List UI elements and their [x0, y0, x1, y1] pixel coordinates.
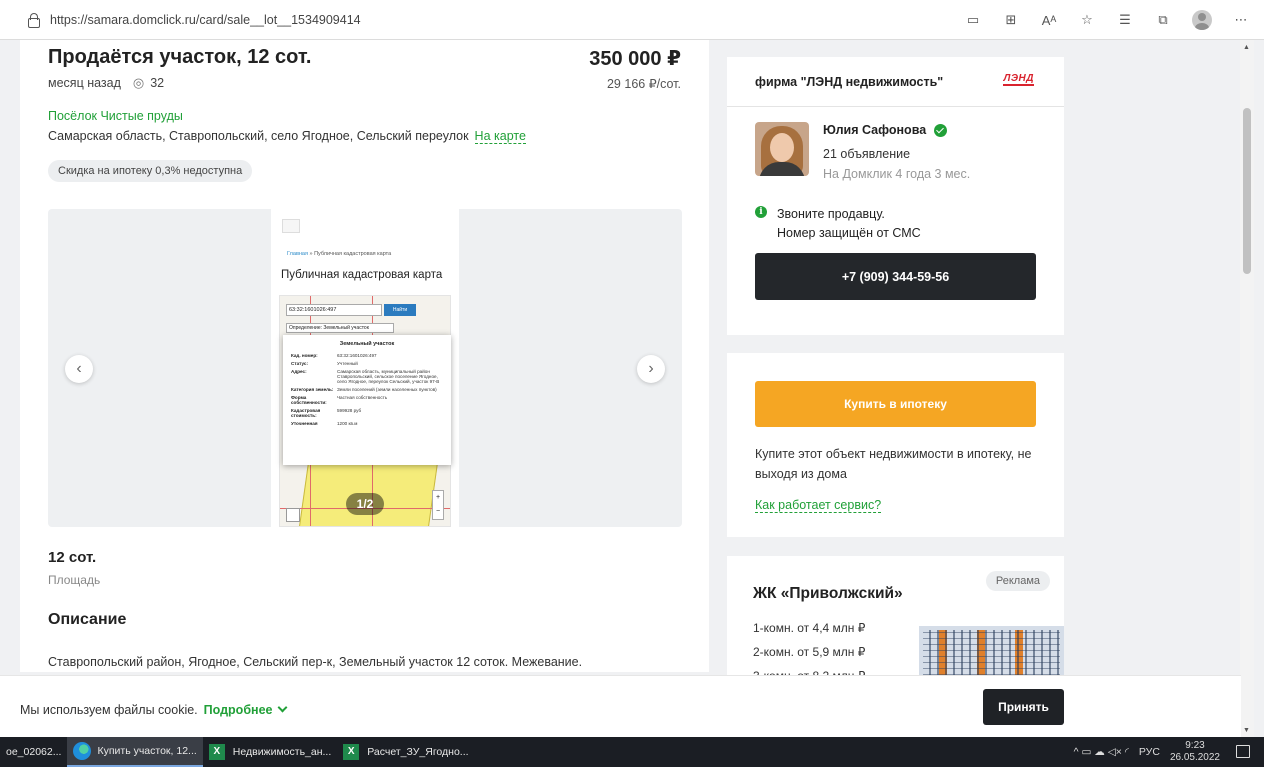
ad-title[interactable]: ЖК «Приволжский» — [753, 585, 903, 603]
mortgage-card: Купить в ипотеку Купите этот объект недв… — [727, 353, 1064, 537]
popup-row: Кадастровая стоимость: 599928 руб — [291, 408, 362, 418]
chevron-right-icon: › — [648, 360, 654, 377]
ad-badge: Реклама — [985, 571, 1050, 591]
cookie-text: Мы используем файлы cookie. Подробнее — [20, 702, 287, 717]
chevron-down-icon[interactable] — [277, 702, 287, 713]
scroll-up-icon[interactable]: ▲ — [1243, 44, 1250, 51]
gallery-prev-button[interactable]: ‹ — [65, 355, 93, 383]
taskbar: ое_02062... Купить участок, 12... X Недв… — [0, 737, 1264, 767]
photo-zoom-control: + − — [432, 490, 444, 520]
agent-listings-count[interactable]: 21 объявление — [823, 147, 910, 161]
system-tray: ^ ▭ ☁ ◁× ◜ РУС 9:23 26.05.2022 — [1074, 737, 1220, 767]
url-field[interactable]: https://samara.domclick.ru/card/sale__lo… — [50, 13, 361, 27]
agency-logo[interactable]: ЛЭНД — [1003, 74, 1034, 86]
agent-avatar[interactable] — [755, 122, 809, 176]
gallery-next-button[interactable]: › — [637, 355, 665, 383]
description-text: Ставропольский район, Ягодное, Сельский … — [48, 655, 583, 669]
photo-gallery[interactable]: Главная » Публичная кадастровая карта Пу… — [48, 209, 682, 527]
listing-price: 350 000 ₽ — [589, 48, 681, 70]
mortgage-text: Купите этот объект недвижимости в ипотек… — [755, 447, 1032, 481]
seller-card: фирма "ЛЭНД недвижимость" ЛЭНД Юлия Сафо… — [727, 57, 1064, 335]
favorite-star-icon[interactable]: ☆ — [1078, 12, 1096, 28]
scroll-down-icon[interactable]: ▼ — [1243, 727, 1250, 734]
read-aloud-icon[interactable]: Aᴬ — [1040, 13, 1058, 28]
qr-code-icon[interactable]: ⊞ — [1002, 12, 1020, 28]
views-count: 32 — [150, 76, 165, 90]
agency-name[interactable]: фирма "ЛЭНД недвижимость" — [755, 75, 943, 89]
edge-icon — [73, 742, 92, 760]
scrollbar-thumb[interactable] — [1243, 108, 1251, 274]
taskbar-item[interactable]: ое_02062... — [0, 737, 67, 767]
tray-icons[interactable]: ^ ▭ ☁ ◁× ◜ — [1074, 746, 1129, 758]
chevron-left-icon: ‹ — [76, 360, 82, 377]
popup-row: Адрес: Самарская область, муниципальный р… — [291, 369, 440, 384]
parcel-popup: Земельный участок Кад. номер: 63:32:16010… — [283, 335, 451, 465]
more-menu-icon[interactable]: ⋯ — [1232, 12, 1250, 28]
price-per-sotka: 29 166 ₽/сот. — [606, 77, 681, 91]
agent-name[interactable]: Юлия Сафонова — [823, 123, 948, 137]
verified-check-icon — [934, 123, 948, 137]
area-label: Площадь — [48, 573, 101, 587]
taskbar-item-excel-2[interactable]: X Расчет_ЗУ_Ягодно... — [337, 737, 474, 767]
listing-title: Продаётся участок, 12 сот. — [48, 46, 312, 68]
taskbar-item-excel-1[interactable]: X Недвижимость_ан... — [203, 737, 337, 767]
layers-icon — [286, 508, 300, 522]
popup-row: Форма собственности: Частная собственност… — [291, 395, 388, 405]
favorites-list-icon[interactable]: ☰ — [1116, 12, 1134, 28]
lock-icon[interactable] — [26, 12, 40, 28]
address-text: Самарская область, Ставропольский, село … — [48, 129, 469, 143]
area-value: 12 сот. — [48, 549, 97, 566]
popup-row: Уточненная 1200 кв.м — [291, 421, 358, 426]
photo-breadcrumb: Главная » Публичная кадастровая карта — [287, 251, 392, 257]
cookie-accept-button[interactable]: Принять — [983, 689, 1064, 725]
popup-row: Кад. номер: 63:32:1601026:497 — [291, 353, 377, 358]
mortgage-discount-chip: Скидка на ипотеку 0,3% недоступна — [48, 160, 253, 182]
taskbar-item-browser[interactable]: Купить участок, 12... — [67, 737, 203, 767]
phone-button[interactable]: +7 (909) 344-59-56 — [755, 253, 1036, 300]
language-indicator[interactable]: РУС — [1139, 746, 1160, 758]
clock[interactable]: 9:23 26.05.2022 — [1170, 740, 1220, 764]
agent-since: На Домклик 4 года 3 мес. — [823, 167, 971, 181]
on-map-link[interactable]: На карте — [474, 129, 526, 144]
page-scrollbar[interactable]: ▲ ▼ — [1240, 40, 1254, 737]
listing-meta: месяц назад ◎ 32 — [48, 75, 164, 91]
gallery-photo[interactable]: Главная » Публичная кадастровая карта Пу… — [271, 209, 459, 527]
collections-icon[interactable]: ⧉ — [1154, 12, 1172, 28]
how-it-works-link[interactable]: Как работает сервис? — [755, 498, 882, 513]
ad-offer-1: 1-комн. от 4,4 млн ₽ — [753, 621, 866, 635]
hamburger-icon — [282, 219, 300, 233]
call-note: Звоните продавцу. Номер защищён от СМС — [777, 207, 921, 240]
photo-search-button: Найти — [384, 304, 416, 316]
ad-offer-2: 2-комн. от 5,9 млн ₽ — [753, 645, 866, 659]
cookie-more-link[interactable]: Подробнее — [204, 703, 273, 717]
profile-avatar-icon[interactable] — [1192, 10, 1212, 30]
buy-mortgage-button[interactable]: Купить в ипотеку — [755, 381, 1036, 427]
listing-panel: Продаётся участок, 12 сот. 350 000 ₽ мес… — [20, 40, 709, 672]
posted-date: месяц назад — [48, 76, 121, 90]
popup-row: Статус: Учтенный — [291, 361, 358, 366]
eye-icon: ◎ — [132, 75, 145, 90]
ad-card[interactable]: Реклама ЖК «Приволжский» 1-комн. от 4,4 … — [727, 556, 1064, 680]
photo-definition-select: Определение: Земельный участок — [286, 323, 394, 333]
browser-address-bar: https://samara.domclick.ru/card/sale__lo… — [0, 0, 1264, 40]
agency-header: фирма "ЛЭНД недвижимость" ЛЭНД — [727, 57, 1064, 107]
excel-icon: X — [208, 744, 225, 760]
photo-heading: Публичная кадастровая карта — [281, 269, 443, 281]
cookie-banner: Мы используем файлы cookie. Подробнее При… — [0, 675, 1241, 737]
browser-toolbar: ▭ ⊞ Aᴬ ☆ ☰ ⧉ ⋯ — [964, 0, 1250, 40]
info-icon: i — [755, 206, 767, 218]
gallery-counter: 1/2 — [346, 493, 384, 515]
popup-row: Категория земель: Земли поселений (земли … — [291, 387, 437, 392]
village-link[interactable]: Посёлок Чистые пруды — [48, 109, 183, 123]
photo-search-input: 63:32:1601026:497 — [286, 304, 382, 316]
description-heading: Описание — [48, 611, 127, 628]
reading-view-icon[interactable]: ▭ — [964, 12, 982, 28]
ad-building-image[interactable] — [919, 626, 1064, 680]
excel-icon: X — [343, 744, 360, 760]
notifications-icon[interactable] — [1236, 745, 1250, 758]
address: Самарская область, Ставропольский, село … — [48, 129, 526, 144]
